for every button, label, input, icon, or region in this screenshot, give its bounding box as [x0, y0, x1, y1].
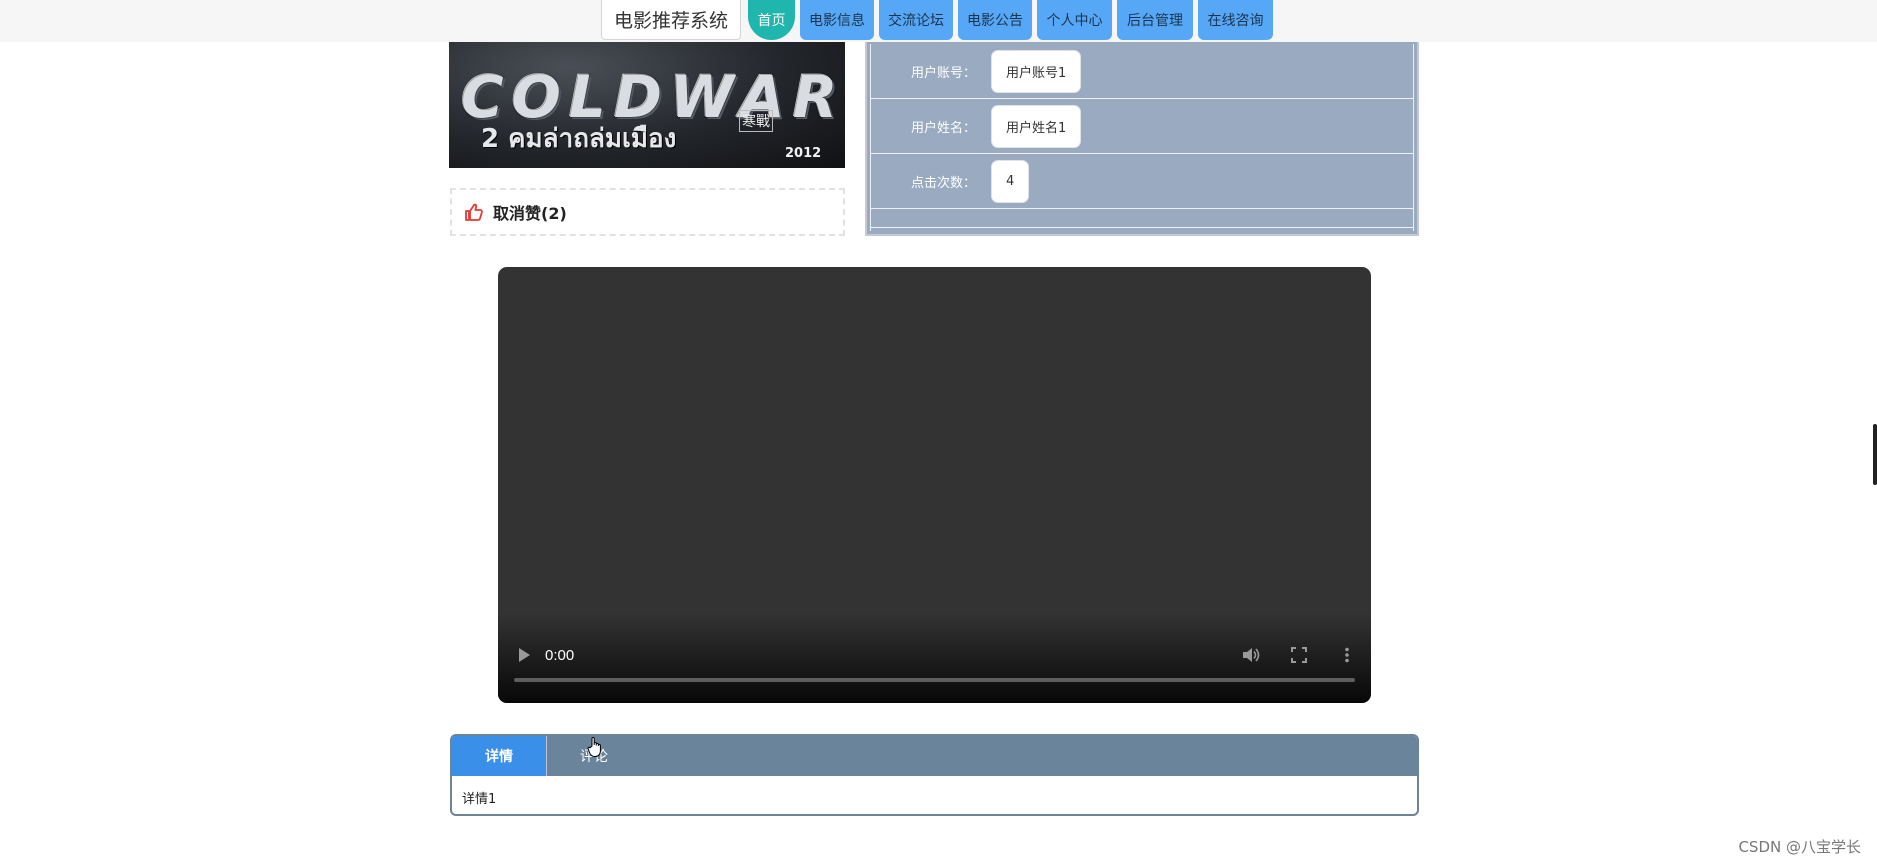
tab-content: 详情1	[462, 792, 497, 807]
video-player[interactable]: 0:00	[498, 267, 1371, 703]
volume-icon[interactable]	[1241, 645, 1261, 665]
account-label: 用户账号：	[910, 65, 976, 81]
poster-title-text: COLDWAR	[461, 63, 845, 131]
fullscreen-icon[interactable]	[1289, 645, 1309, 665]
nav-movie-info[interactable]: 电影信息	[800, 0, 874, 40]
info-row-name: 用户姓名： 用户姓名1	[871, 99, 1413, 154]
user-info-panel: 用户账号： 用户账号1 用户姓名： 用户姓名1 点击次数： 4	[865, 40, 1419, 236]
poster-year-text: 2012	[785, 146, 822, 161]
info-row-partial	[871, 209, 1413, 228]
nav-admin[interactable]: 后台管理	[1117, 0, 1193, 40]
nav-forum[interactable]: 交流论坛	[879, 0, 953, 40]
clicks-label: 点击次数：	[910, 175, 976, 191]
info-row-account: 用户账号： 用户账号1	[871, 44, 1413, 99]
top-navbar: 电影推荐系统 首页 电影信息 交流论坛 电影公告 个人中心 后台管理 在线咨询	[0, 0, 1877, 42]
hand-cursor-icon	[587, 736, 605, 758]
like-label: 取消赞(2)	[493, 204, 567, 223]
thumbs-up-icon	[464, 202, 484, 222]
watermark-text: CSDN @八宝学长	[1738, 838, 1861, 856]
name-label: 用户姓名：	[910, 120, 976, 136]
poster-subtitle-text: 2 คมล่าถล่มเมือง	[481, 124, 677, 154]
site-title[interactable]: 电影推荐系统	[601, 0, 741, 40]
tab-details[interactable]: 详情	[452, 736, 546, 776]
video-progress-bar[interactable]	[514, 678, 1355, 682]
nav-online-consult[interactable]: 在线咨询	[1198, 0, 1273, 40]
page-scrollbar-thumb[interactable]	[1873, 424, 1877, 485]
info-row-clicks: 点击次数： 4	[871, 154, 1413, 209]
nav-announcements[interactable]: 电影公告	[958, 0, 1032, 40]
clicks-value: 4	[991, 159, 1030, 203]
nav-home[interactable]: 首页	[748, 0, 795, 40]
like-toggle[interactable]: 取消赞(2)	[450, 188, 845, 236]
more-options-icon[interactable]	[1337, 645, 1357, 665]
video-time: 0:00	[545, 646, 575, 664]
nav-user-center[interactable]: 个人中心	[1037, 0, 1112, 40]
name-value: 用户姓名1	[991, 104, 1082, 148]
account-value: 用户账号1	[991, 49, 1082, 93]
play-icon[interactable]	[514, 645, 534, 665]
main-nav: 首页 电影信息 交流论坛 电影公告 个人中心 后台管理 在线咨询	[748, 0, 1273, 40]
poster-tag-text: 寒戰	[739, 110, 773, 132]
